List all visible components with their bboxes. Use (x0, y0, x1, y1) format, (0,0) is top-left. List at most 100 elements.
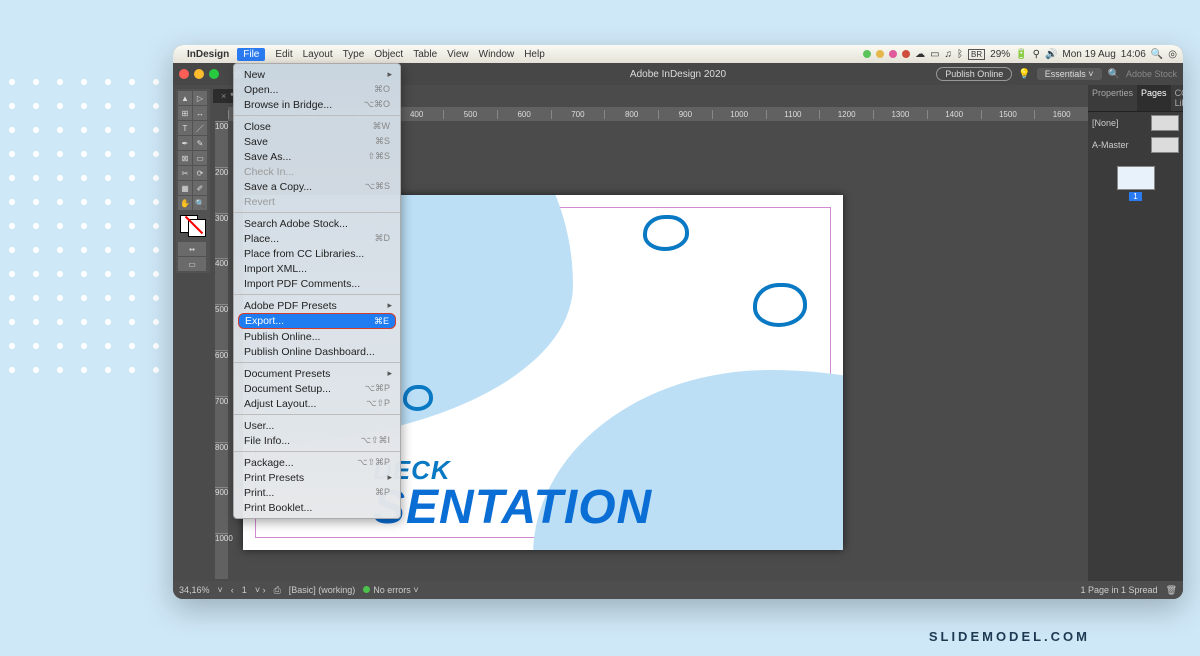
publish-online-button[interactable]: Publish Online (936, 67, 1012, 81)
menu-item-new[interactable]: New (234, 67, 400, 82)
display-icon[interactable]: ▭ (930, 49, 939, 60)
menu-help[interactable]: Help (524, 49, 545, 60)
hand-tool-icon[interactable]: ✋ (178, 196, 192, 210)
frame-tool-icon[interactable]: ⊠ (178, 151, 192, 165)
fill-stroke-swatch[interactable] (180, 215, 206, 237)
eyedropper-tool-icon[interactable]: ✐ (193, 181, 207, 195)
selection-tool-icon[interactable]: ▲ (178, 91, 192, 105)
profile-label[interactable]: [Basic] (working) (289, 585, 356, 595)
menu-item-publish-online[interactable]: Publish Online... (234, 329, 400, 344)
wifi-icon[interactable]: ⚲ (1033, 49, 1040, 60)
zoom-tool-icon[interactable]: 🔍 (193, 196, 207, 210)
outline-blob (753, 283, 807, 327)
tab-pages[interactable]: Pages (1137, 85, 1171, 111)
print-icon[interactable]: ⎙ (274, 585, 281, 596)
tools-panel: ▲ ▷ ⊞ ↔ T ／ ✒ ✎ ⊠ ▭ ✂ ⟳ ▦ ✐ ✋ 🔍 ▪▪ ▭ (176, 89, 210, 273)
close-window-button[interactable] (179, 69, 189, 79)
page-thumbnail[interactable] (1117, 166, 1155, 190)
master-a-row[interactable]: A-Master (1088, 134, 1183, 156)
menu-item-publish-online-dashboard[interactable]: Publish Online Dashboard... (234, 344, 400, 359)
rectangle-tool-icon[interactable]: ▭ (193, 151, 207, 165)
menu-item-place[interactable]: Place...⌘D (234, 231, 400, 246)
app-name[interactable]: InDesign (187, 49, 229, 60)
menu-item-print-booklet[interactable]: Print Booklet... (234, 500, 400, 515)
status-dot-icon (889, 50, 897, 58)
type-tool-icon[interactable]: T (178, 121, 192, 135)
menu-object[interactable]: Object (374, 49, 403, 60)
menu-edit[interactable]: Edit (275, 49, 292, 60)
preflight-status[interactable]: No errors (373, 585, 411, 595)
tips-icon[interactable]: 💡 (1018, 69, 1030, 80)
pencil-tool-icon[interactable]: ✎ (193, 136, 207, 150)
close-tab-icon[interactable]: × (221, 91, 226, 101)
master-thumb (1151, 115, 1179, 131)
branding-watermark: SLIDEMODEL.COM (929, 629, 1090, 644)
menubar-date: Mon 19 Aug (1062, 49, 1115, 60)
menu-item-print-presets[interactable]: Print Presets (234, 470, 400, 485)
page-tool-icon[interactable]: ⊞ (178, 106, 192, 120)
vertical-ruler[interactable]: 1002003004005006007008009001000 (215, 121, 228, 579)
master-a-label: A-Master (1092, 140, 1129, 150)
spread-info: 1 Page in 1 Spread (1081, 585, 1158, 595)
right-panels: Properties Pages CC Librarie [None] A-Ma… (1088, 85, 1183, 581)
menu-item-import-xml[interactable]: Import XML... (234, 261, 400, 276)
line-tool-icon[interactable]: ／ (193, 121, 207, 135)
menu-layout[interactable]: Layout (303, 49, 333, 60)
menu-item-import-pdf-comments[interactable]: Import PDF Comments... (234, 276, 400, 291)
menu-item-close[interactable]: Close⌘W (234, 119, 400, 134)
menu-item-open[interactable]: Open...⌘O (234, 82, 400, 97)
decorative-dots (0, 70, 160, 390)
menu-item-save[interactable]: Save⌘S (234, 134, 400, 149)
keyboard-lang[interactable]: BR (968, 49, 985, 60)
search-placeholder[interactable]: Adobe Stock (1126, 69, 1177, 79)
pen-tool-icon[interactable]: ✒ (178, 136, 192, 150)
battery-percent: 29% (990, 49, 1010, 60)
color-theme-icon[interactable]: ▪▪ (178, 242, 206, 256)
minimize-window-button[interactable] (194, 69, 204, 79)
menu-window[interactable]: Window (479, 49, 515, 60)
status-dot-icon (902, 50, 910, 58)
outline-blob (403, 385, 433, 411)
page-field[interactable]: 1 (242, 585, 247, 595)
master-none-row[interactable]: [None] (1088, 112, 1183, 134)
gap-tool-icon[interactable]: ↔ (193, 106, 207, 120)
menu-item-package[interactable]: Package...⌥⇧⌘P (234, 455, 400, 470)
menu-file[interactable]: File (237, 48, 265, 61)
direct-select-tool-icon[interactable]: ▷ (193, 91, 207, 105)
menu-item-save-as[interactable]: Save As...⇧⌘S (234, 149, 400, 164)
menu-item-document-setup[interactable]: Document Setup...⌥⌘P (234, 381, 400, 396)
menu-view[interactable]: View (447, 49, 469, 60)
menu-item-search-adobe-stock[interactable]: Search Adobe Stock... (234, 216, 400, 231)
menu-item-adobe-pdf-presets[interactable]: Adobe PDF Presets (234, 298, 400, 313)
menu-item-check-in: Check In... (234, 164, 400, 179)
menu-item-adjust-layout[interactable]: Adjust Layout...⌥⇧P (234, 396, 400, 411)
menu-item-export[interactable]: Export...⌘E (238, 313, 396, 329)
scissors-tool-icon[interactable]: ✂ (178, 166, 192, 180)
menu-item-browse-in-bridge[interactable]: Browse in Bridge...⌥⌘O (234, 97, 400, 112)
menu-item-user[interactable]: User... (234, 418, 400, 433)
spotlight-icon[interactable]: 🔍 (1151, 49, 1163, 60)
trash-icon[interactable]: 🗑 (1166, 585, 1177, 596)
menu-item-place-from-cc-libraries[interactable]: Place from CC Libraries... (234, 246, 400, 261)
menu-item-document-presets[interactable]: Document Presets (234, 366, 400, 381)
tab-cc-libraries[interactable]: CC Librarie (1171, 85, 1183, 111)
search-icon[interactable]: 🔍 (1108, 69, 1120, 80)
zoom-window-button[interactable] (209, 69, 219, 79)
bluetooth-icon[interactable]: ᛒ (957, 49, 963, 60)
cloud-icon[interactable]: ☁ (915, 49, 925, 60)
tab-properties[interactable]: Properties (1088, 85, 1137, 111)
menu-type[interactable]: Type (343, 49, 365, 60)
siri-icon[interactable]: ◎ (1168, 49, 1177, 60)
gradient-tool-icon[interactable]: ▦ (178, 181, 192, 195)
menu-item-revert: Revert (234, 194, 400, 209)
menu-item-print[interactable]: Print...⌘P (234, 485, 400, 500)
view-mode-icon[interactable]: ▭ (178, 257, 206, 271)
menu-item-file-info[interactable]: File Info...⌥⇧⌘I (234, 433, 400, 448)
headphones-icon[interactable]: ♫ (945, 49, 953, 60)
menu-item-save-a-copy[interactable]: Save a Copy...⌥⌘S (234, 179, 400, 194)
workspace-switcher[interactable]: Essentials ˅ (1037, 68, 1102, 80)
volume-icon[interactable]: 🔊 (1045, 49, 1057, 60)
menu-table[interactable]: Table (413, 49, 437, 60)
zoom-level[interactable]: 34,16% (179, 585, 210, 595)
transform-tool-icon[interactable]: ⟳ (193, 166, 207, 180)
